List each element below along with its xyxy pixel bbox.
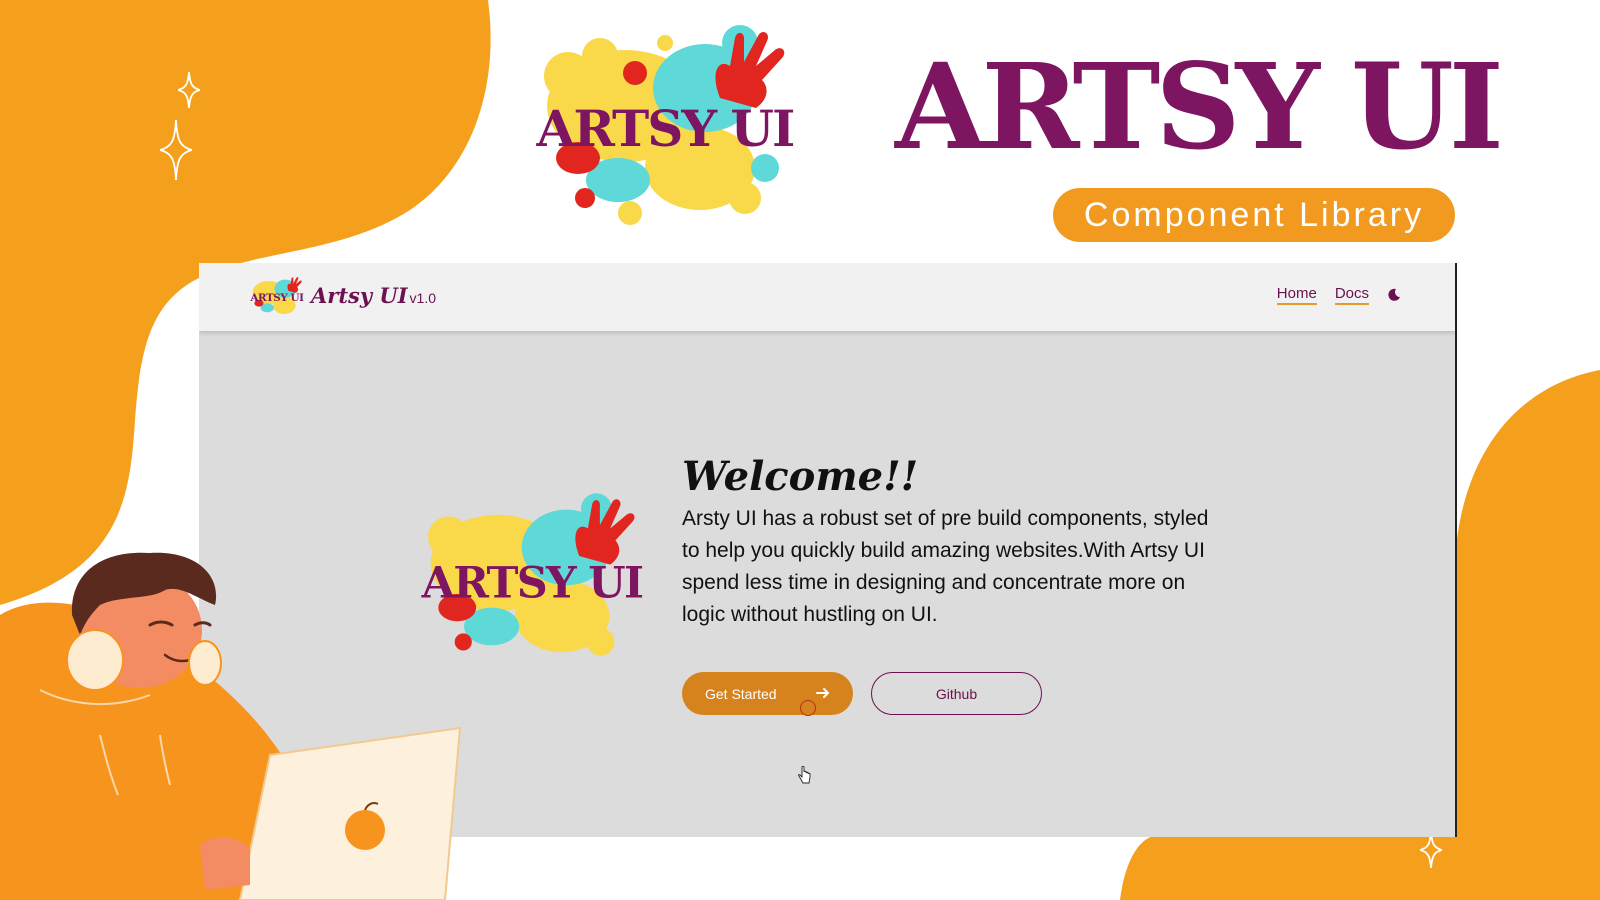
nav-link-docs[interactable]: Docs bbox=[1334, 285, 1369, 305]
sparkle-bottom-icon bbox=[1420, 832, 1442, 868]
headphone-right bbox=[188, 640, 222, 686]
github-label: Github bbox=[935, 685, 978, 702]
click-indicator bbox=[800, 700, 816, 716]
welcome-heading: Welcome!! bbox=[682, 453, 919, 500]
hand bbox=[200, 837, 250, 890]
get-started-label: Get Started bbox=[705, 685, 777, 702]
brand-title: ARTSY UI bbox=[895, 37, 1504, 176]
nav-brand-name: Artsy UI bbox=[311, 283, 408, 308]
bottom-right-blob bbox=[1120, 835, 1455, 900]
navbar: ARTSY UI Artsy UI v1.0 Home Docs bbox=[199, 263, 1455, 331]
nav-link-home[interactable]: Home bbox=[1276, 285, 1317, 305]
headphone-left bbox=[66, 629, 124, 691]
person-with-laptop-illustration bbox=[0, 552, 462, 900]
arrow-right-icon bbox=[816, 688, 829, 698]
hero-logo-text: ARTSY UI bbox=[536, 99, 794, 158]
nav-logo[interactable]: ARTSY UI bbox=[249, 274, 305, 318]
apple-logo-icon bbox=[345, 810, 385, 850]
right-blob bbox=[1455, 370, 1600, 900]
nav-links: Home Docs bbox=[1259, 285, 1401, 305]
moon-icon[interactable] bbox=[1387, 288, 1401, 302]
sparkle-small-icon bbox=[178, 72, 200, 108]
get-started-button[interactable]: Get Started bbox=[682, 672, 853, 715]
nav-brand[interactable]: Artsy UI v1.0 bbox=[311, 283, 436, 308]
nav-logo-text: ARTSY UI bbox=[249, 292, 304, 304]
github-button[interactable]: Github bbox=[871, 672, 1042, 715]
brand-subtitle-pill: Component Library bbox=[1053, 188, 1455, 242]
laptop bbox=[238, 726, 462, 900]
nav-version: v1.0 bbox=[409, 290, 436, 306]
sparkle-large-icon bbox=[160, 120, 192, 180]
hand-cursor-icon bbox=[798, 766, 811, 784]
welcome-description: Arsty UI has a robust set of pre build c… bbox=[682, 507, 1209, 626]
hero-logo: ARTSY UI bbox=[536, 25, 796, 225]
